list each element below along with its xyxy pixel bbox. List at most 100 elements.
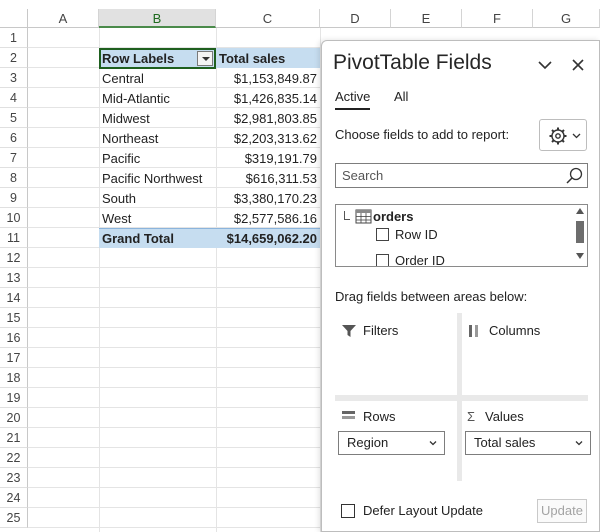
row-header[interactable]: 19 — [0, 388, 28, 408]
scroll-down-icon[interactable] — [576, 253, 584, 259]
row-header[interactable]: 5 — [0, 108, 28, 128]
column-header-c[interactable]: C — [216, 9, 320, 28]
row-header[interactable]: 18 — [0, 368, 28, 388]
rows-icon — [342, 410, 355, 419]
tree-connector — [344, 219, 350, 220]
active-cell-selection — [99, 48, 216, 69]
rows-field-label: Region — [347, 435, 389, 450]
row-header[interactable]: 22 — [0, 448, 28, 468]
values-field-label: Total sales — [474, 435, 536, 450]
select-all-corner[interactable] — [0, 9, 28, 28]
field-checkbox[interactable] — [376, 228, 389, 241]
pivot-row-value[interactable]: $616,311.53 — [216, 169, 318, 188]
pivot-row-label[interactable]: Mid-Atlantic — [102, 89, 216, 108]
pivot-row-label[interactable]: Northeast — [102, 129, 216, 148]
field-list[interactable]: orders Row ID Order ID — [335, 204, 588, 267]
row-header[interactable]: 11 — [0, 228, 28, 248]
pivot-row-label[interactable]: Central — [102, 69, 216, 88]
pivot-grand-total-value[interactable]: $14,659,062.20 — [216, 229, 318, 248]
pivot-header-total-sales[interactable]: Total sales — [219, 49, 321, 68]
chevron-down-icon[interactable] — [535, 55, 555, 75]
row-header[interactable]: 8 — [0, 168, 28, 188]
field-list-scrollbar[interactable] — [573, 205, 587, 266]
field-search-box[interactable] — [335, 163, 588, 188]
row-header[interactable]: 14 — [0, 288, 28, 308]
pivot-row-value[interactable]: $1,153,849.87 — [216, 69, 318, 88]
gear-icon — [549, 127, 567, 145]
defer-layout-update[interactable]: Defer Layout Update — [341, 503, 483, 518]
pivot-row-value[interactable]: $1,426,835.14 — [216, 89, 318, 108]
close-icon[interactable] — [568, 55, 588, 75]
row-header[interactable]: 23 — [0, 468, 28, 488]
row-header[interactable]: 7 — [0, 148, 28, 168]
pivot-row-value[interactable]: $319,191.79 — [216, 149, 318, 168]
pivot-row-label[interactable]: West — [102, 209, 216, 228]
pivot-row-label[interactable]: Midwest — [102, 109, 216, 128]
row-header[interactable]: 13 — [0, 268, 28, 288]
field-order-id[interactable]: Order ID — [376, 253, 445, 267]
chevron-down-icon[interactable] — [428, 438, 438, 448]
field-label: Row ID — [395, 227, 438, 242]
pivot-row-label[interactable]: Pacific Northwest — [102, 169, 216, 188]
pivot-row-label[interactable]: South — [102, 189, 216, 208]
table-name-orders[interactable]: orders — [373, 209, 413, 224]
field-checkbox[interactable] — [376, 254, 389, 266]
row-header[interactable]: 4 — [0, 88, 28, 108]
chevron-down-icon[interactable] — [574, 438, 584, 448]
row-header[interactable]: 1 — [0, 28, 28, 48]
tab-all[interactable]: All — [394, 89, 408, 104]
defer-checkbox[interactable] — [341, 503, 355, 518]
pivot-row-value[interactable]: $3,380,170.23 — [216, 189, 318, 208]
columns-area-title: Columns — [467, 323, 540, 338]
pivot-row-value[interactable]: $2,981,803.85 — [216, 109, 318, 128]
column-header-d[interactable]: D — [320, 9, 391, 28]
search-icon[interactable] — [564, 166, 584, 186]
rows-area[interactable]: Rows Region — [335, 401, 457, 481]
row-header[interactable]: 2 — [0, 48, 28, 68]
row-header[interactable]: 21 — [0, 428, 28, 448]
filters-area[interactable]: Filters — [335, 313, 457, 395]
values-label: Values — [485, 409, 524, 424]
tree-connector — [344, 211, 345, 219]
update-button: Update — [537, 499, 587, 523]
column-header-g[interactable]: G — [533, 9, 600, 28]
scroll-thumb[interactable] — [576, 221, 584, 243]
column-header-f[interactable]: F — [462, 9, 533, 28]
field-label: Order ID — [395, 253, 445, 267]
columns-area[interactable]: Columns — [462, 313, 588, 395]
row-header[interactable]: 20 — [0, 408, 28, 428]
row-header[interactable]: 12 — [0, 248, 28, 268]
rows-field-region[interactable]: Region — [338, 431, 445, 455]
rows-area-title: Rows — [341, 409, 396, 424]
row-header[interactable]: 6 — [0, 128, 28, 148]
pivot-grand-total-label[interactable]: Grand Total — [102, 229, 216, 248]
tab-active[interactable]: Active — [335, 89, 371, 110]
values-field-total-sales[interactable]: Total sales — [465, 431, 591, 455]
scroll-up-icon[interactable] — [576, 208, 584, 214]
search-input[interactable] — [336, 164, 556, 187]
pivot-row-label[interactable]: Pacific — [102, 149, 216, 168]
row-header[interactable]: 15 — [0, 308, 28, 328]
rows-label: Rows — [363, 409, 396, 424]
column-header-b[interactable]: B — [99, 9, 216, 28]
sigma-icon: Σ — [467, 408, 476, 424]
defer-label: Defer Layout Update — [363, 503, 483, 518]
column-header-e[interactable]: E — [391, 9, 462, 28]
row-header[interactable]: 17 — [0, 348, 28, 368]
layout-areas: Filters Columns Rows Region Σ Values Tot… — [335, 313, 591, 481]
filter-icon — [342, 324, 356, 337]
row-header[interactable]: 24 — [0, 488, 28, 508]
columns-label: Columns — [489, 323, 541, 338]
row-header[interactable]: 9 — [0, 188, 28, 208]
row-header[interactable]: 25 — [0, 508, 28, 528]
field-list-settings-button[interactable] — [539, 119, 587, 151]
field-row-id[interactable]: Row ID — [376, 227, 438, 242]
row-header[interactable]: 16 — [0, 328, 28, 348]
column-header-a[interactable]: A — [28, 9, 99, 28]
pivot-row-value[interactable]: $2,203,313.62 — [216, 129, 318, 148]
row-header[interactable]: 3 — [0, 68, 28, 88]
row-header[interactable]: 10 — [0, 208, 28, 228]
pivot-row-value[interactable]: $2,577,586.16 — [216, 209, 318, 228]
values-area[interactable]: Σ Values Total sales — [462, 401, 591, 481]
table-icon — [355, 209, 372, 224]
